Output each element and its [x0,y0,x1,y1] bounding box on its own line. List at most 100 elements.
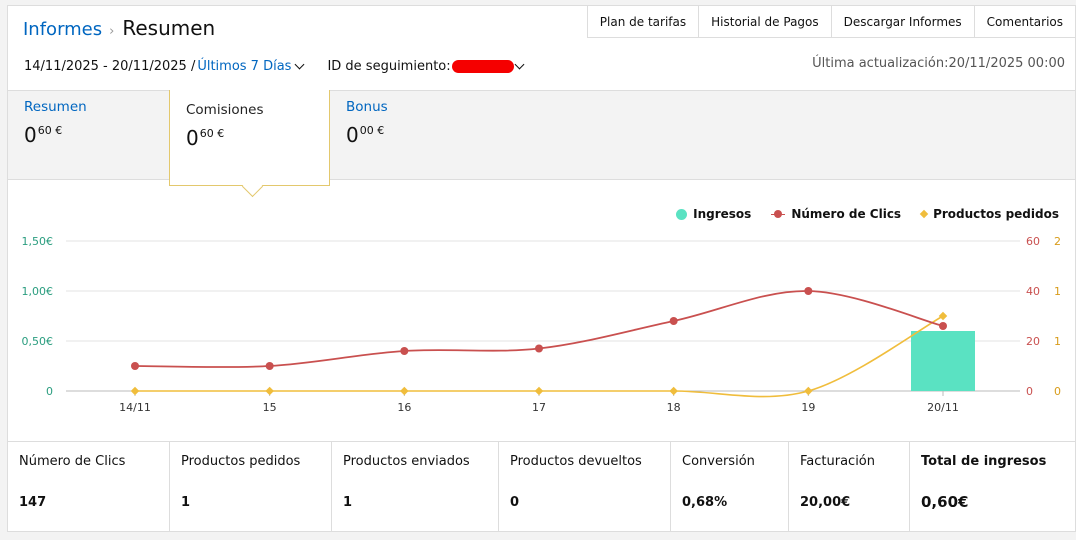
breadcrumb-informes-link[interactable]: Informes [23,19,102,40]
numero-clics-point [265,362,274,370]
stat-pedidos: Productos pedidos 1 [170,442,332,532]
x-tick-label: 14/11 [119,401,151,414]
chart-legend: Ingresos Número de Clics Productos pedid… [656,207,1059,221]
stat-label: Productos pedidos [181,454,301,469]
summary-card-label: Comisiones [186,102,264,118]
numero-clics-point [939,322,947,330]
date-range-text: 14/11/2025 - 20/11/2025 / [24,59,196,74]
y-right-clicks-tick-label: 20 [1026,335,1040,348]
numero-clics-point [804,287,813,295]
download-reports-button[interactable]: Descargar Informes [831,5,975,38]
productos-pedidos-point [265,386,274,396]
breadcrumb: Informes › Resumen [23,16,215,40]
fee-plan-button[interactable]: Plan de tarifas [586,5,700,38]
stat-enviados: Productos enviados 1 [332,442,499,532]
stat-value: 0,68% [682,495,728,510]
summary-card-bonus[interactable]: Bonus 000 € [346,99,496,169]
summary-band: Resumen 060 € Comisiones 060 € Bonus 000… [8,90,1075,186]
value-integer: 0 [346,123,359,147]
legend-item-ingresos[interactable]: Ingresos [676,207,751,221]
productos-pedidos-point [130,386,140,396]
feedback-button[interactable]: Comentarios [974,5,1076,38]
y-left-tick-label: 1,50€ [22,235,54,248]
stat-label: Total de ingresos [921,454,1047,469]
ingresos-bar [911,331,975,391]
x-tick-label: 20/11 [927,401,959,414]
date-range-dropdown[interactable]: Últimos 7 Días [197,59,291,74]
legend-label: Ingresos [693,207,752,221]
stat-facturacion: Facturación 20,00€ [789,442,910,532]
stat-value: 0,60€ [921,493,969,511]
y-right-orders-tick-label: 2 [1054,235,1061,248]
stat-value: 1 [343,495,353,510]
numero-clics-point [131,362,139,370]
stat-clics: Número de Clics 147 [8,442,170,532]
last-update-text: Última actualización:20/11/2025 00:00 [812,56,1065,71]
productos-pedidos-point [669,386,678,396]
payment-history-button[interactable]: Historial de Pagos [699,5,832,38]
productos-pedidos-point [938,311,948,321]
legend-item-clics[interactable]: Número de Clics [771,207,901,221]
numero-clics-point [535,344,543,353]
stat-value: 1 [181,495,191,510]
stat-value: 0 [510,495,520,510]
x-tick-label: 15 [263,401,277,414]
y-left-tick-label: 0 [46,385,53,398]
y-right-clicks-tick-label: 0 [1026,385,1033,398]
y-right-orders-tick-label: 0 [1054,385,1061,398]
summary-card-value: 060 € [24,123,174,147]
stat-label: Conversión [682,454,755,469]
x-tick-label: 19 [801,401,815,414]
y-left-tick-label: 1,00€ [22,285,54,298]
breadcrumb-separator-icon: › [109,24,115,39]
numero-clics-point [400,347,409,355]
chevron-down-icon[interactable] [295,59,305,70]
legend-line-dot-icon [771,210,786,218]
stat-value: 20,00€ [800,495,851,510]
stat-label: Número de Clics [19,454,126,469]
legend-label: Número de Clics [791,207,902,221]
stat-conversion: Conversión 0,68% [671,442,789,532]
summary-card-resumen[interactable]: Resumen 060 € [24,99,174,169]
filter-row: 14/11/2025 - 20/11/2025 / Últimos 7 Días… [24,59,525,74]
legend-label: Productos pedidos [933,207,1059,221]
numero-clics-point [669,317,678,325]
summary-card-label: Resumen [24,99,87,115]
value-decimals: 60 € [199,127,225,140]
value-integer: 0 [186,126,199,150]
y-right-clicks-tick-label: 60 [1026,235,1040,248]
value-integer: 0 [24,123,37,147]
y-right-orders-tick-label: 1 [1054,285,1061,298]
x-tick-label: 16 [397,401,411,414]
legend-item-pedidos[interactable]: Productos pedidos [919,207,1059,221]
stat-total-ingresos: Total de ingresos 0,60€ [910,442,1075,532]
y-right-clicks-tick-label: 40 [1026,285,1040,298]
stat-label: Productos enviados [343,454,470,469]
productos-pedidos-line [134,315,944,398]
x-tick-label: 18 [667,401,681,414]
summary-card-comisiones[interactable]: Comisiones 060 € [169,90,330,186]
stat-value: 147 [19,495,47,510]
summary-card-value: 000 € [346,123,496,147]
y-right-orders-tick-label: 1 [1054,335,1061,348]
value-decimals: 00 € [359,124,385,137]
date-range-dropdown-label: Últimos 7 Días [197,59,292,74]
x-tick-label: 17 [532,401,546,414]
chevron-down-icon [514,59,525,70]
top-links: Plan de tarifas Historial de Pagos Desca… [586,5,1076,38]
stat-label: Productos devueltos [510,454,642,469]
summary-card-value: 060 € [186,126,329,150]
redacted-tracking-id [451,60,514,73]
productos-pedidos-point [534,386,544,396]
productos-pedidos-point [400,386,409,396]
stat-devueltos: Productos devueltos 0 [499,442,671,532]
productos-pedidos-point [804,386,813,396]
page-title: Resumen [122,16,216,40]
tracking-id-dropdown[interactable]: ID de seguimiento: [327,59,525,74]
stat-label: Facturación [800,454,875,469]
report-page: Informes › Resumen Plan de tarifas Histo… [7,5,1076,532]
stats-row: Número de Clics 147 Productos pedidos 1 … [8,441,1075,532]
summary-card-label: Bonus [346,99,388,115]
earnings-chart: 0 0,50€ 1,00€ 1,50€ 0 20 40 60 0 1 1 2 14/11 15 16 17 18… [22,235,1062,414]
y-left-tick-label: 0,50€ [22,335,54,348]
